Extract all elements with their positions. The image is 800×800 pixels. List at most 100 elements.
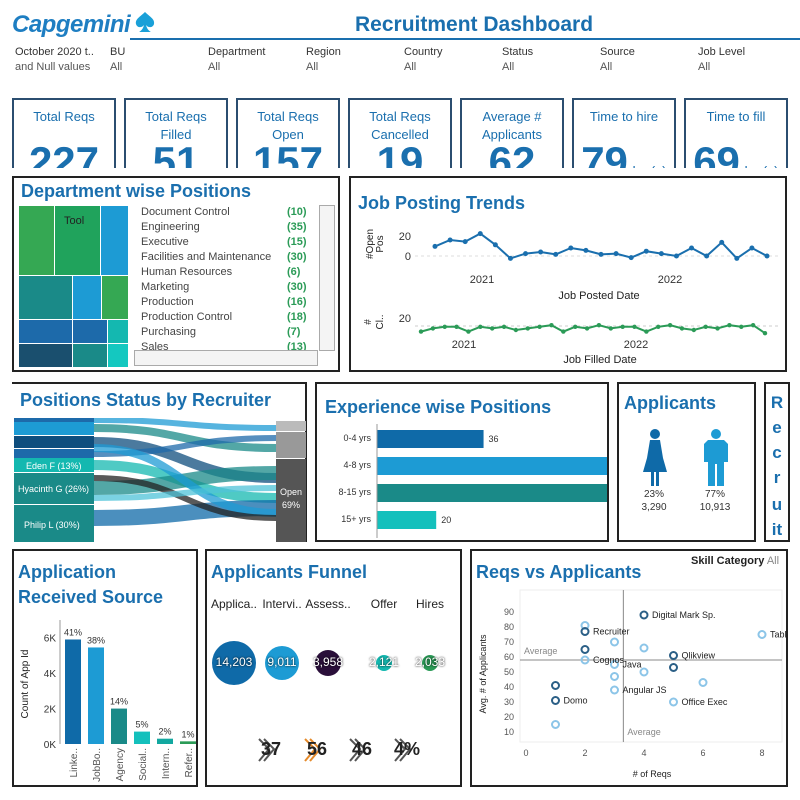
source-bar[interactable] [88, 647, 104, 744]
department-horizontal-scrollbar[interactable] [134, 350, 318, 366]
filter-4[interactable]: Country All [404, 45, 443, 75]
filter-5[interactable]: Status All [502, 45, 533, 75]
experience-bar-chart[interactable]: 0-4 yrs364-8 yrs848-15 yrs8715+ yrs20 [317, 424, 607, 538]
trends-top-point[interactable] [553, 251, 559, 257]
trends-chart[interactable]: #Open Pos 2002021 2022Job Posted Date# Cl.. 2… [351, 218, 785, 368]
trends-bottom-point[interactable] [644, 329, 649, 334]
trends-bottom-point[interactable] [561, 329, 566, 334]
trends-top-point[interactable] [749, 245, 755, 251]
treemap-tile[interactable] [102, 276, 128, 319]
trends-top-point[interactable] [523, 251, 529, 257]
trends-bottom-point[interactable] [513, 327, 519, 333]
trends-bottom-point[interactable] [418, 329, 424, 334]
trends-bottom-point[interactable] [430, 326, 436, 331]
scatter-point[interactable] [551, 696, 560, 705]
scatter-point[interactable] [551, 720, 560, 729]
trends-top-point[interactable] [432, 243, 438, 249]
trends-bottom-point[interactable] [632, 324, 637, 329]
source-bar[interactable] [157, 738, 173, 744]
trends-bottom-point[interactable] [537, 324, 542, 329]
trends-bottom-point[interactable] [584, 326, 590, 331]
scatter-point[interactable] [669, 663, 678, 672]
trends-top-point[interactable] [704, 253, 710, 259]
source-bar[interactable] [180, 741, 196, 744]
trends-bottom-point[interactable] [549, 323, 554, 328]
trends-top-point[interactable] [628, 255, 634, 261]
status-bar-other[interactable] [276, 421, 306, 431]
kpi-card-5[interactable]: Time to hire 79day(s) [572, 98, 676, 168]
recruiter-bar[interactable] [14, 449, 94, 458]
treemap-tile[interactable] [108, 344, 128, 367]
filter-7[interactable]: Job Level All [698, 45, 745, 75]
kpi-card-2[interactable]: Total Reqs Open 157 [236, 98, 340, 168]
department-row-name[interactable]: Engineering [141, 221, 200, 233]
scatter-point[interactable] [639, 667, 649, 677]
trends-bottom-point[interactable] [762, 331, 768, 336]
kpi-card-1[interactable]: Total Reqs Filled 51 [124, 98, 228, 168]
filter-3[interactable]: Region All [306, 45, 341, 75]
treemap-tile[interactable] [73, 344, 107, 367]
trends-bottom-point[interactable] [442, 324, 447, 329]
treemap-tile[interactable] [101, 206, 128, 275]
kpi-card-3[interactable]: Total Reqs Cancelled 19 [348, 98, 452, 168]
kpi-card-4[interactable]: Average # Applicants 62 [460, 98, 564, 168]
treemap-tile[interactable] [108, 320, 128, 343]
filter-1[interactable]: BU All [110, 45, 125, 75]
trends-bottom-point[interactable] [739, 324, 744, 329]
treemap-tile[interactable] [73, 320, 107, 343]
trends-top-point[interactable] [477, 231, 483, 237]
trends-bottom-point[interactable] [750, 323, 756, 328]
source-bar-chart[interactable]: Count of App Id 6K 4K 2K 0K 41% Linke.. 38% JobB… [14, 620, 196, 785]
trends-bottom-point[interactable] [466, 329, 471, 334]
scatter-point[interactable] [639, 643, 649, 653]
department-row-name[interactable]: Executive [141, 236, 189, 248]
trends-top-point[interactable] [598, 251, 604, 257]
scatter-point[interactable] [698, 678, 708, 687]
trends-bottom-point[interactable] [596, 323, 602, 328]
scatter-point[interactable] [669, 697, 678, 707]
trends-bottom-point[interactable] [656, 324, 661, 329]
trends-top-point[interactable] [734, 255, 740, 261]
treemap-tile[interactable] [19, 320, 72, 343]
trends-bottom-line[interactable] [420, 324, 766, 335]
experience-bar[interactable] [377, 511, 437, 529]
department-row-name[interactable]: Marketing [141, 281, 189, 293]
source-bar[interactable] [65, 639, 81, 744]
trends-bottom-point[interactable] [501, 324, 507, 329]
skill-category-filter[interactable]: Skill Category All [691, 555, 779, 567]
recruiter-bar[interactable] [14, 436, 94, 448]
source-bar[interactable] [134, 731, 150, 744]
scatter-point[interactable] [669, 651, 678, 660]
trends-top-point[interactable] [462, 239, 468, 245]
experience-bar[interactable] [377, 457, 607, 475]
trends-top-point[interactable] [689, 245, 695, 251]
trends-bottom-point[interactable] [478, 324, 483, 329]
scatter-point[interactable] [610, 672, 619, 681]
filter-0[interactable]: October 2020 t.. and Null values [15, 45, 94, 75]
trends-top-point[interactable] [764, 253, 770, 259]
trends-bottom-point[interactable] [715, 326, 720, 331]
trends-top-point[interactable] [673, 253, 679, 259]
trends-top-point[interactable] [719, 239, 725, 245]
trends-bottom-point[interactable] [525, 326, 530, 331]
department-row-name[interactable]: Human Resources [141, 266, 232, 278]
scatter-point[interactable] [551, 681, 560, 690]
source-bar[interactable] [111, 708, 127, 744]
kpi-card-0[interactable]: Total Reqs 227 [12, 98, 116, 168]
treemap-tile[interactable] [19, 276, 72, 319]
trends-top-point[interactable] [643, 248, 649, 254]
treemap-tile[interactable] [73, 276, 101, 319]
department-row-name[interactable]: Purchasing [141, 326, 196, 338]
department-row-name[interactable]: Facilities and Maintenance [141, 251, 271, 263]
recruiter-bar[interactable] [14, 422, 94, 435]
trends-bottom-point[interactable] [679, 326, 685, 331]
reqs-vs-applicants-scatter[interactable]: Avg. # of Applicants 10 20 30 40 50 60 70 80 90 0 2… [472, 584, 786, 784]
department-vertical-scrollbar[interactable] [319, 205, 335, 351]
trends-bottom-point[interactable] [608, 326, 613, 331]
treemap-tile[interactable] [19, 344, 72, 367]
department-row-name[interactable]: Production [141, 296, 194, 308]
trends-top-point[interactable] [568, 245, 574, 251]
trends-top-point[interactable] [613, 251, 619, 257]
department-row-name[interactable]: Document Control [141, 206, 230, 218]
trends-bottom-point[interactable] [454, 324, 459, 329]
